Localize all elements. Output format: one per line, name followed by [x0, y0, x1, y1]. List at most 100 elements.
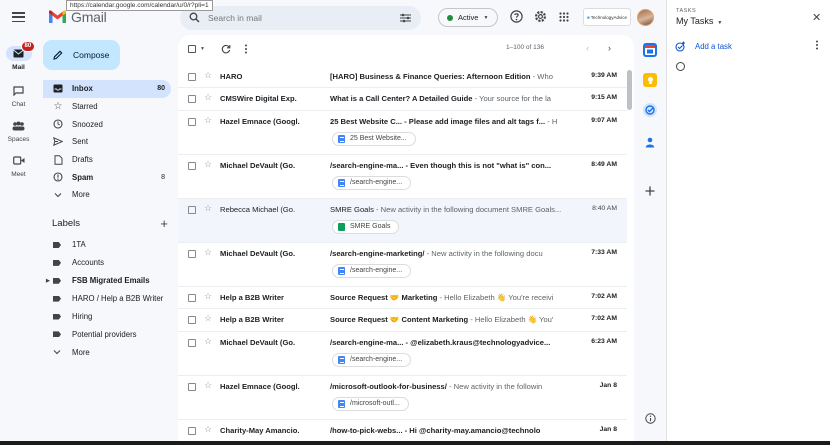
plus-icon[interactable]: + — [160, 217, 168, 230]
nav-item-inbox[interactable]: Inbox 80 — [43, 80, 171, 98]
contacts-icon[interactable] — [643, 135, 657, 149]
nav-item-snoozed[interactable]: Snoozed — [43, 115, 171, 133]
row-checkbox[interactable] — [188, 293, 196, 302]
table-row[interactable]: ☆ Help a B2B Writer Source Request 🤝 Mar… — [178, 286, 627, 310]
table-row[interactable]: ☆ Help a B2B Writer Source Request 🤝 Con… — [178, 309, 627, 332]
chevron-left-icon[interactable]: ‹ — [586, 43, 589, 53]
more-vertical-icon[interactable] — [244, 44, 248, 54]
star-icon[interactable]: ☆ — [204, 115, 212, 126]
scrollbar-thumb[interactable] — [627, 70, 632, 110]
email-preview: Source Request 🤝 Content Marketing - Hel… — [330, 315, 566, 324]
label-item-haro[interactable]: HARO / Help a B2B Writer — [43, 290, 171, 308]
table-row[interactable]: ☆ Michael DeVault (Go. /search-engine-ma… — [178, 242, 627, 287]
table-row[interactable]: ☆ Michael DeVault (Go. /search-engine-ma… — [178, 154, 627, 199]
star-icon[interactable]: ☆ — [204, 313, 212, 324]
nav-item-spam[interactable]: Spam 8 — [43, 168, 171, 186]
table-row[interactable]: ☆ Michael DeVault (Go. /search-engine-ma… — [178, 331, 627, 376]
help-icon[interactable] — [510, 10, 523, 23]
rail-item-chat[interactable]: Chat — [0, 83, 37, 108]
label-item-hiring[interactable]: Hiring — [43, 308, 171, 326]
select-dropdown-icon[interactable]: ▼ — [200, 46, 205, 52]
attachment-chip[interactable]: /microsoft-outl... — [332, 396, 409, 411]
status-selector[interactable]: Active ▼ — [438, 8, 498, 27]
label-item-1ta[interactable]: 1TA — [43, 236, 171, 254]
rail-item-spaces[interactable]: Spaces — [0, 118, 37, 143]
table-row[interactable]: ☆ Hazel Emnace (Googl. /microsoft-outloo… — [178, 375, 627, 420]
rail-label: Mail — [12, 64, 25, 71]
star-icon[interactable]: ☆ — [204, 159, 212, 170]
nav-item-more[interactable]: More — [43, 186, 171, 204]
row-checkbox[interactable] — [188, 161, 196, 170]
inbox-icon — [53, 84, 63, 94]
avatar[interactable] — [637, 9, 654, 26]
nav-item-starred[interactable]: ☆ Starred — [43, 98, 171, 116]
row-checkbox[interactable] — [188, 249, 196, 258]
label-text: 1TA — [72, 240, 86, 250]
star-icon[interactable]: ☆ — [204, 336, 212, 347]
attachment-chip[interactable]: SMRE Goals — [332, 219, 400, 234]
nav-item-sent[interactable]: Sent — [43, 133, 171, 151]
star-icon[interactable]: ☆ — [204, 203, 212, 214]
label-item-accounts[interactable]: Accounts — [43, 254, 171, 272]
close-icon[interactable]: ✕ — [812, 11, 821, 24]
row-checkbox[interactable] — [188, 73, 196, 81]
mail-list-scrollbar[interactable] — [627, 66, 632, 445]
row-checkbox[interactable] — [188, 426, 196, 435]
label-item-potential-providers[interactable]: Potential providers — [43, 325, 171, 343]
row-checkbox[interactable] — [188, 316, 196, 325]
gmail-window: https://calendar.google.com/calendar/u/0… — [0, 0, 830, 445]
account-brand-logo[interactable]: ■ TechnologyAdvice — [583, 8, 631, 26]
attachment-chip[interactable]: /search-engine... — [332, 263, 412, 278]
tasks-icon[interactable] — [643, 103, 657, 117]
info-icon[interactable] — [643, 411, 657, 425]
main-menu-icon[interactable] — [12, 12, 25, 23]
star-icon[interactable]: ☆ — [204, 291, 212, 302]
gear-icon[interactable] — [534, 10, 547, 23]
apps-grid-icon[interactable] — [559, 12, 569, 22]
star-icon[interactable]: ☆ — [204, 380, 212, 391]
chevron-down-icon: ▼ — [483, 14, 489, 21]
star-icon[interactable]: ☆ — [204, 70, 212, 81]
new-task-radio[interactable] — [676, 62, 685, 71]
row-checkbox[interactable] — [188, 338, 196, 347]
search-options-icon[interactable] — [400, 13, 411, 23]
add-task-button[interactable]: Add a task — [675, 41, 732, 52]
refresh-icon[interactable] — [221, 44, 231, 54]
star-icon[interactable]: ☆ — [204, 424, 212, 435]
table-row[interactable]: ☆ HARO [HARO] Business & Finance Queries… — [178, 66, 627, 89]
row-checkbox[interactable] — [188, 117, 196, 126]
gmail-logo[interactable]: Gmail — [48, 9, 107, 25]
add-app-icon[interactable] — [643, 184, 657, 198]
table-row[interactable]: ☆ Hazel Emnace (Googl. 25 Best Website C… — [178, 110, 627, 155]
email-subject: [HARO] Business & Finance Queries: After… — [330, 72, 531, 81]
row-checkbox[interactable] — [188, 382, 196, 391]
label-item-fsb-migrated-emails[interactable]: ▶ FSB Migrated Emails — [43, 272, 171, 290]
keep-icon[interactable] — [643, 73, 657, 87]
attachment-chip[interactable]: /search-engine... — [332, 352, 412, 367]
task-list-selector[interactable]: My Tasks ▼ — [676, 16, 722, 26]
nav-item-drafts[interactable]: Drafts — [43, 151, 171, 169]
select-all-checkbox[interactable] — [188, 45, 196, 53]
attachment-chip[interactable]: 25 Best Website... — [332, 131, 416, 146]
search-icon[interactable] — [189, 12, 200, 23]
row-checkbox[interactable] — [188, 205, 196, 214]
label-item-more[interactable]: More — [43, 343, 171, 361]
calendar-icon[interactable] — [643, 43, 657, 57]
star-icon[interactable]: ☆ — [204, 247, 212, 258]
expand-arrow-icon[interactable]: ▶ — [46, 278, 50, 284]
more-vertical-icon[interactable] — [815, 40, 819, 50]
table-row[interactable]: ☆ CMSWire Digital Exp. What is a Call Ce… — [178, 88, 627, 111]
attachment-chip[interactable]: /search-engine... — [332, 175, 412, 190]
rail-item-mail[interactable]: 80 Mail — [0, 41, 37, 71]
chevron-right-icon[interactable]: › — [608, 43, 611, 53]
email-subject: /search-engine-marketing/ — [330, 248, 425, 258]
email-sender: Michael DeVault (Go. — [220, 160, 296, 170]
table-row[interactable]: ☆ Charity-May Amancio. /how-to-pick-webs… — [178, 419, 627, 442]
search-input[interactable] — [208, 10, 378, 26]
google-sheets-icon — [338, 222, 345, 231]
compose-button[interactable]: Compose — [43, 40, 120, 70]
row-checkbox[interactable] — [188, 95, 196, 104]
rail-item-meet[interactable]: Meet — [0, 153, 37, 178]
table-row[interactable]: ☆ Rebecca Michael (Go. SMRE Goals - New … — [178, 198, 627, 243]
star-icon[interactable]: ☆ — [204, 92, 212, 103]
